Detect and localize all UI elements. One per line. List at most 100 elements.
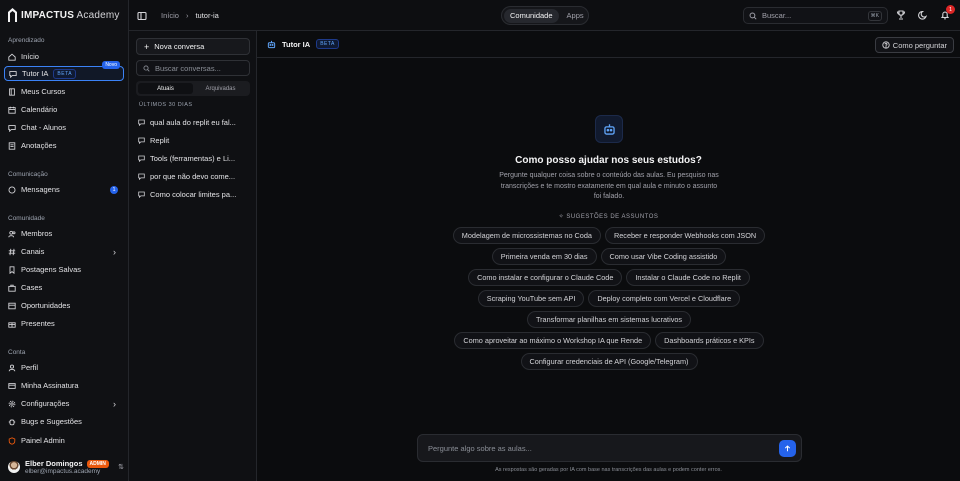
list-item[interactable]: Tools (ferramentas) e Li... [138, 152, 250, 164]
message-icon [138, 155, 145, 162]
suggestion-chip[interactable]: Primeira venda em 30 dias [491, 248, 597, 265]
avatar [8, 461, 20, 473]
novo-badge: Novo [102, 61, 120, 69]
sidebar-item-label: Calendário [21, 105, 58, 114]
suggestion-chip[interactable]: Instalar o Claude Code no Replit [626, 269, 750, 286]
suggestion-chip[interactable]: Como instalar e configurar o Claude Code [468, 269, 623, 286]
hero-subtitle: Pergunte qualquer coisa sobre o conteúdo… [499, 172, 719, 200]
sidebar-item-cases[interactable]: Cases [4, 280, 124, 295]
sidebar-item-label: Tutor IA [22, 69, 49, 78]
tab-atuais[interactable]: Atuais [138, 83, 193, 94]
breadcrumb-current: tutor-ia [195, 11, 219, 20]
list-item[interactable]: por que não devo come... [138, 170, 250, 182]
tutor-main: Tutor IA BETA Como perguntar Como posso … [257, 31, 960, 481]
shield-icon [8, 436, 16, 445]
conversation-title: Como colocar limites pa... [150, 189, 237, 199]
suggestion-chips: Modelagem de microssistemas no Coda Rece… [447, 227, 771, 370]
sidebar-item-presentes[interactable]: Presentes [4, 316, 124, 331]
sidebar-item-minha-assinatura[interactable]: Minha Assinatura [4, 378, 124, 393]
conversation-title: Replit [150, 135, 170, 145]
conversation-search-input[interactable]: Buscar conversas... [136, 60, 250, 76]
suggestion-chip[interactable]: Modelagem de microssistemas no Coda [452, 227, 601, 244]
target-icon [8, 302, 16, 310]
suggestion-chip[interactable]: Scraping YouTube sem API [477, 290, 585, 307]
admin-badge: ADMIN [86, 459, 109, 468]
sidebar-item-label: Bugs e Sugestões [21, 417, 82, 426]
tutor-header: Tutor IA BETA Como perguntar [257, 31, 960, 58]
suggestion-chip[interactable]: Dashboards práticos e KPIs [655, 332, 764, 349]
sidebar-item-bugs-sugestoes[interactable]: Bugs e Sugestões [4, 414, 124, 429]
moon-icon[interactable] [918, 10, 928, 20]
send-button[interactable] [779, 440, 796, 457]
how-to-ask-button[interactable]: Como perguntar [874, 37, 954, 53]
sidebar-item-anotacoes[interactable]: Anotações [4, 138, 124, 153]
tab-apps[interactable]: Apps [561, 9, 590, 23]
breadcrumb-home[interactable]: Início [161, 11, 179, 20]
sidebar-item-label: Meus Cursos [21, 87, 66, 96]
sidebar-item-oportunidades[interactable]: Oportunidades [4, 298, 124, 313]
suggestion-chip[interactable]: Receber e responder Webhooks com JSON [604, 227, 766, 244]
sidebar: IMPACTUS Academy Aprendizado Início Tuto… [0, 0, 129, 481]
sidebar-item-perfil[interactable]: Perfil [4, 360, 124, 375]
suggestion-chip[interactable]: Como usar Vibe Coding assistido [600, 248, 727, 265]
impactus-logo-icon [8, 8, 17, 22]
list-item[interactable]: Como colocar limites pa... [138, 188, 250, 200]
brand[interactable]: IMPACTUS Academy [8, 7, 120, 23]
sidebar-item-membros[interactable]: Membros [4, 226, 124, 241]
section-label-conta: Conta [8, 349, 26, 356]
topbar: Início › tutor-ia Comunidade Apps Buscar… [129, 0, 960, 31]
question-input[interactable] [428, 443, 768, 453]
tab-comunidade[interactable]: Comunidade [504, 8, 559, 23]
sidebar-item-label: Anotações [21, 141, 57, 150]
sidebar-toggle-icon[interactable] [137, 11, 147, 21]
list-item[interactable]: Replit [138, 134, 250, 146]
user-menu[interactable]: Elber Domingos ADMIN elber@impactus.acad… [8, 457, 124, 477]
list-item[interactable]: qual aula do replit eu fal... [138, 116, 250, 128]
suggestions-label-text: SUGESTÕES DE ASSUNTOS [566, 214, 659, 220]
sidebar-item-postagens-salvas[interactable]: Postagens Salvas [4, 262, 124, 277]
sidebar-item-label: Cases [21, 283, 43, 292]
bot-avatar [595, 115, 623, 143]
card-icon [8, 382, 16, 390]
breadcrumb: Início › tutor-ia [161, 11, 219, 20]
chevron-right-icon: › [113, 398, 116, 409]
sidebar-item-tutor-ia[interactable]: Tutor IA BETA Novo [4, 61, 124, 81]
home-icon [8, 53, 16, 61]
sidebar-item-label: Minha Assinatura [21, 381, 79, 390]
global-search[interactable]: Buscar... ⌘K [743, 7, 888, 24]
brand-name: IMPACTUS Academy [21, 9, 120, 21]
bookmark-icon [8, 265, 16, 274]
briefcase-icon [8, 284, 16, 292]
section-label-aprendizado: Aprendizado [8, 37, 45, 44]
sidebar-item-configuracoes[interactable]: Configurações › [4, 396, 124, 411]
sidebar-item-painel-admin[interactable]: Painel Admin [4, 433, 124, 448]
hero-title: Como posso ajudar nos seus estudos? [515, 155, 702, 166]
tab-arquivadas[interactable]: Arquivadas [193, 83, 248, 94]
new-conversation-button[interactable]: + Nova conversa [136, 38, 250, 55]
sidebar-item-label: Membros [21, 229, 53, 238]
sidebar-item-canais[interactable]: Canais › [4, 244, 124, 259]
suggestions-label: ✧ SUGESTÕES DE ASSUNTOS [257, 213, 960, 220]
plus-icon: + [144, 41, 150, 52]
message-icon [138, 119, 145, 126]
sidebar-item-chat-alunos[interactable]: Chat - Alunos [4, 120, 124, 135]
suggestion-chip[interactable]: Configurar credenciais de API (Google/Te… [520, 353, 698, 370]
user-name: Elber Domingos [25, 459, 83, 468]
section-label-comunicacao: Comunicação [8, 171, 48, 178]
sidebar-item-mensagens[interactable]: Mensagens 1 [4, 182, 124, 197]
sidebar-item-label: Configurações [21, 399, 70, 408]
sidebar-item-calendario[interactable]: Calendário [4, 102, 124, 117]
beta-badge: BETA [53, 68, 77, 79]
trophy-icon[interactable] [896, 10, 906, 20]
notification-badge: 1 [946, 5, 955, 14]
suggestion-chip[interactable]: Deploy completo com Vercel e Cloudflare [588, 290, 741, 307]
breadcrumb-separator-icon: › [185, 11, 189, 20]
suggestion-chip[interactable]: Como aproveitar ao máximo o Workshop IA … [454, 332, 652, 349]
sidebar-item-meus-cursos[interactable]: Meus Cursos [4, 84, 124, 99]
arrow-up-icon [784, 445, 791, 452]
ai-disclaimer: As respostas são geradas por IA com base… [495, 467, 722, 473]
conversation-group-label: ÚLTIMOS 30 DIAS [139, 102, 193, 108]
sidebar-item-label: Chat - Alunos [21, 123, 67, 132]
conversation-tabs: Atuais Arquivadas [136, 81, 250, 96]
suggestion-chip[interactable]: Transformar planilhas em sistemas lucrat… [526, 311, 692, 328]
